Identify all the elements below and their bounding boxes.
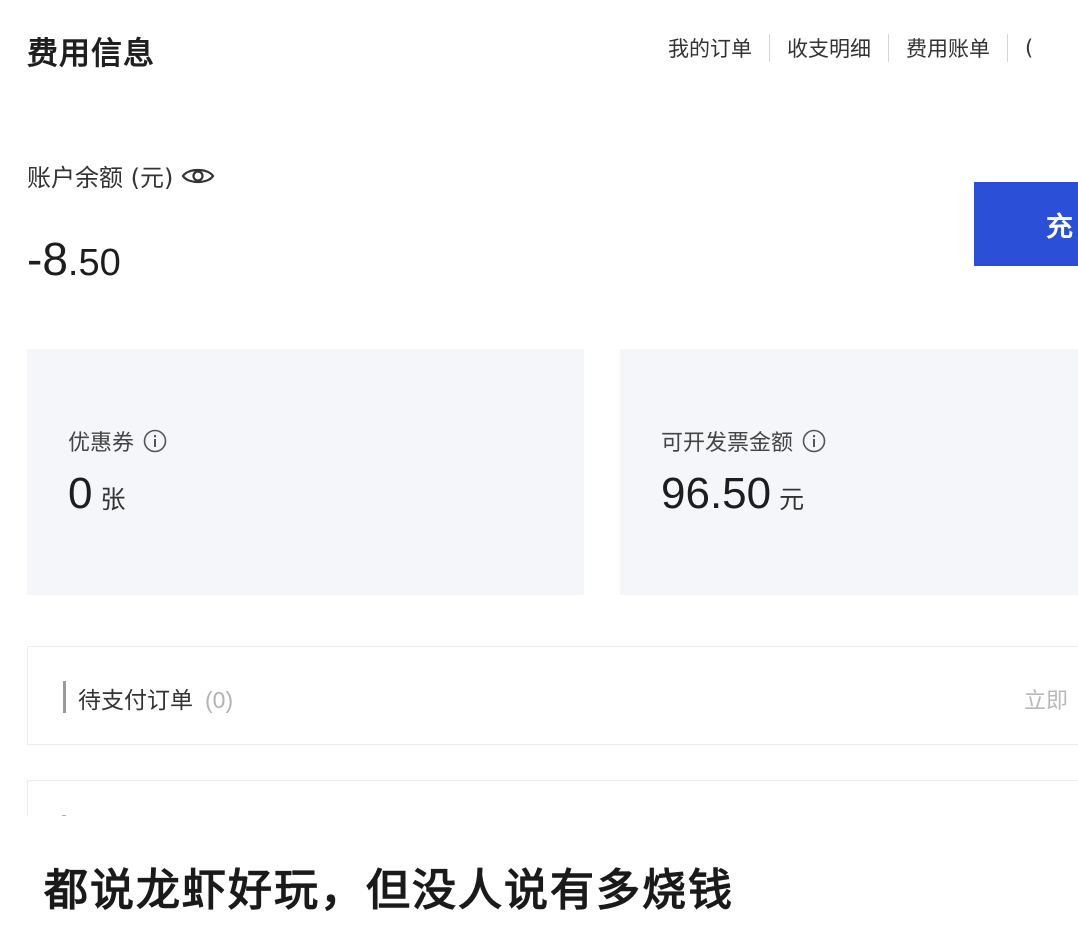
pay-now-link[interactable]: 立即 bbox=[1024, 683, 1068, 715]
invoice-value-row: 96.50 元 bbox=[661, 469, 804, 519]
nav-link-transactions[interactable]: 收支明细 bbox=[787, 33, 871, 63]
pending-orders-panel: 待支付订单 (0) 立即 bbox=[27, 646, 1078, 745]
invoice-amount: 96.50 bbox=[661, 469, 772, 518]
pending-orders-label: 待支付订单 bbox=[78, 688, 193, 714]
coupon-label: 优惠券 bbox=[68, 431, 135, 456]
info-icon-glyph bbox=[802, 429, 826, 453]
nav-divider bbox=[1007, 34, 1008, 62]
nav-divider bbox=[888, 34, 889, 62]
eye-icon-glyph bbox=[182, 168, 215, 183]
coupon-value-row: 0张 bbox=[68, 469, 126, 519]
recharge-button[interactable]: 充 bbox=[974, 182, 1078, 266]
balance-value-decimal: .50 bbox=[67, 242, 121, 284]
page-title: 费用信息 bbox=[27, 36, 155, 72]
coupon-count: 0 bbox=[68, 469, 93, 518]
pending-orders-accent-bar bbox=[63, 681, 66, 713]
pending-orders-title: 待支付订单 (0) bbox=[78, 681, 233, 715]
coupon-card: 优惠券 0张 bbox=[27, 349, 584, 595]
coupon-unit: 张 bbox=[100, 485, 126, 514]
invoice-label: 可开发票金额 bbox=[661, 431, 794, 456]
info-icon-glyph bbox=[143, 429, 167, 453]
coupon-label-row: 优惠券 bbox=[68, 425, 167, 457]
nav-link-bills[interactable]: 费用账单 bbox=[906, 33, 990, 63]
nav-divider bbox=[769, 34, 770, 62]
nav-link-my-orders[interactable]: 我的订单 bbox=[668, 33, 752, 63]
pending-orders-count: (0) bbox=[205, 687, 234, 713]
balance-value: -8.50 bbox=[27, 232, 121, 286]
eye-icon[interactable] bbox=[181, 165, 215, 187]
invoice-label-row: 可开发票金额 bbox=[661, 425, 826, 457]
balance-value-integer: -8 bbox=[27, 233, 68, 285]
balance-label: 账户余额 (元) bbox=[27, 164, 174, 192]
page: 费用信息 我的订单 收支明细 费用账单 ( 账户余额 (元) -8.50 充 优… bbox=[0, 0, 1078, 936]
invoice-card: 可开发票金额 96.50 元 bbox=[620, 349, 1078, 595]
balance-label-row: 账户余额 (元) bbox=[27, 158, 215, 193]
caption-text: 都说龙虾好玩，但没人说有多烧钱 bbox=[44, 865, 734, 916]
invoice-unit: 元 bbox=[779, 485, 805, 514]
info-icon[interactable] bbox=[802, 429, 826, 453]
recharge-button-label: 充 bbox=[1046, 211, 1073, 243]
top-nav: 我的订单 收支明细 费用账单 ( bbox=[668, 33, 1033, 63]
info-icon[interactable] bbox=[143, 429, 167, 453]
nav-link-more[interactable]: ( bbox=[1025, 36, 1033, 60]
